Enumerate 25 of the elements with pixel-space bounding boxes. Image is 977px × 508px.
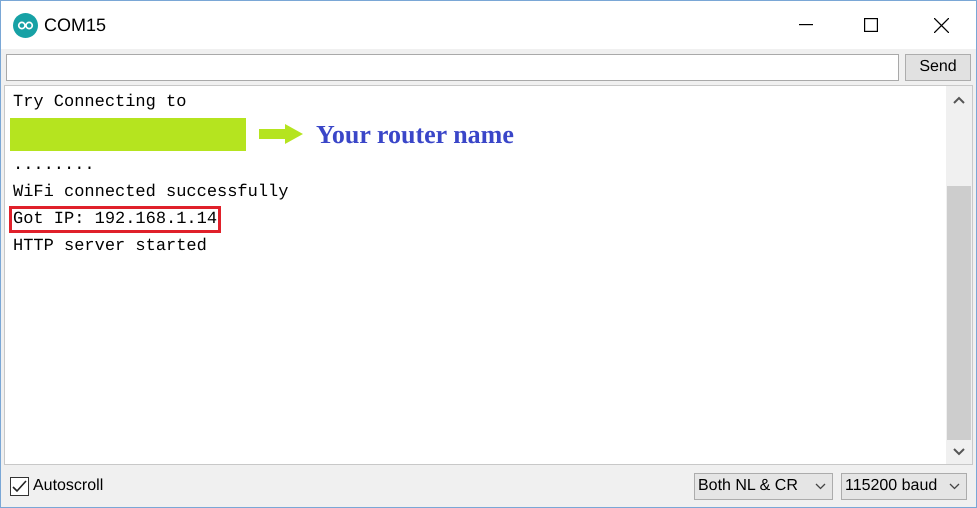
scroll-down-icon[interactable] — [953, 448, 965, 456]
maximize-icon[interactable] — [864, 18, 878, 32]
app-logo-icon — [13, 12, 38, 38]
autoscroll-checkbox[interactable] — [10, 476, 29, 496]
chevron-icon — [949, 482, 960, 490]
line-ending-value: Both NL & CR — [698, 476, 799, 496]
baud-rate-dropdown[interactable]: 115200 baud — [841, 472, 967, 500]
close-icon[interactable] — [934, 18, 948, 32]
chevron-icon — [815, 482, 826, 490]
input-field[interactable] — [6, 54, 899, 80]
annotation-label: Your router name — [316, 118, 514, 150]
output-line: ........ — [13, 154, 95, 177]
scrollbar[interactable] — [946, 86, 972, 464]
baud-rate-value: 115200 baud — [845, 476, 938, 496]
output-line: Try Connecting to — [13, 92, 186, 114]
output-line: WiFi connected successfully — [13, 182, 288, 204]
window-title: COM15 — [44, 14, 106, 36]
arrow-icon — [259, 124, 303, 144]
output-line: HTTP server started — [13, 236, 207, 258]
minimize-icon[interactable] — [799, 24, 813, 26]
scroll-up-icon[interactable] — [953, 96, 965, 104]
send-button[interactable]: Send — [905, 54, 971, 80]
line-ending-dropdown[interactable]: Both NL & CR — [694, 472, 833, 500]
scrollbar-thumb[interactable] — [947, 186, 971, 440]
autoscroll-label: Autoscroll — [33, 476, 104, 496]
